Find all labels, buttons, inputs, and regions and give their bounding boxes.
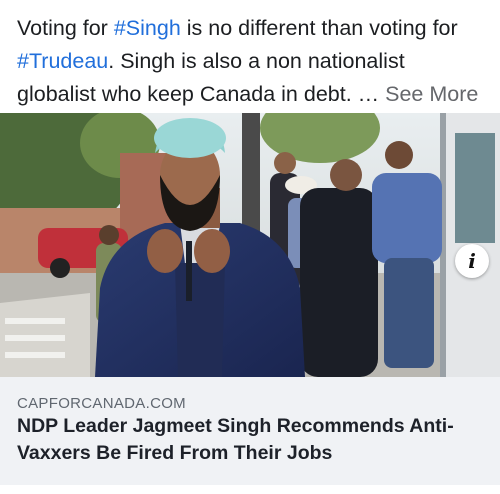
news-photo xyxy=(0,113,500,377)
link-preview-image[interactable]: i xyxy=(0,113,500,377)
see-more-link[interactable]: See More xyxy=(385,82,478,106)
caption-text: is no different than voting for xyxy=(180,16,458,40)
divider xyxy=(0,485,500,494)
hashtag-singh[interactable]: #Singh xyxy=(114,16,181,40)
post-caption: Voting for #Singh is no different than v… xyxy=(17,12,487,111)
link-preview-card[interactable]: CAPFORCANADA.COM NDP Leader Jagmeet Sing… xyxy=(0,377,500,485)
info-icon[interactable]: i xyxy=(455,244,489,278)
link-title[interactable]: NDP Leader Jagmeet Singh Recommends Anti… xyxy=(17,413,487,467)
link-domain: CAPFORCANADA.COM xyxy=(17,395,186,412)
caption-text: Voting for xyxy=(17,16,114,40)
hashtag-trudeau[interactable]: #Trudeau xyxy=(17,49,108,73)
